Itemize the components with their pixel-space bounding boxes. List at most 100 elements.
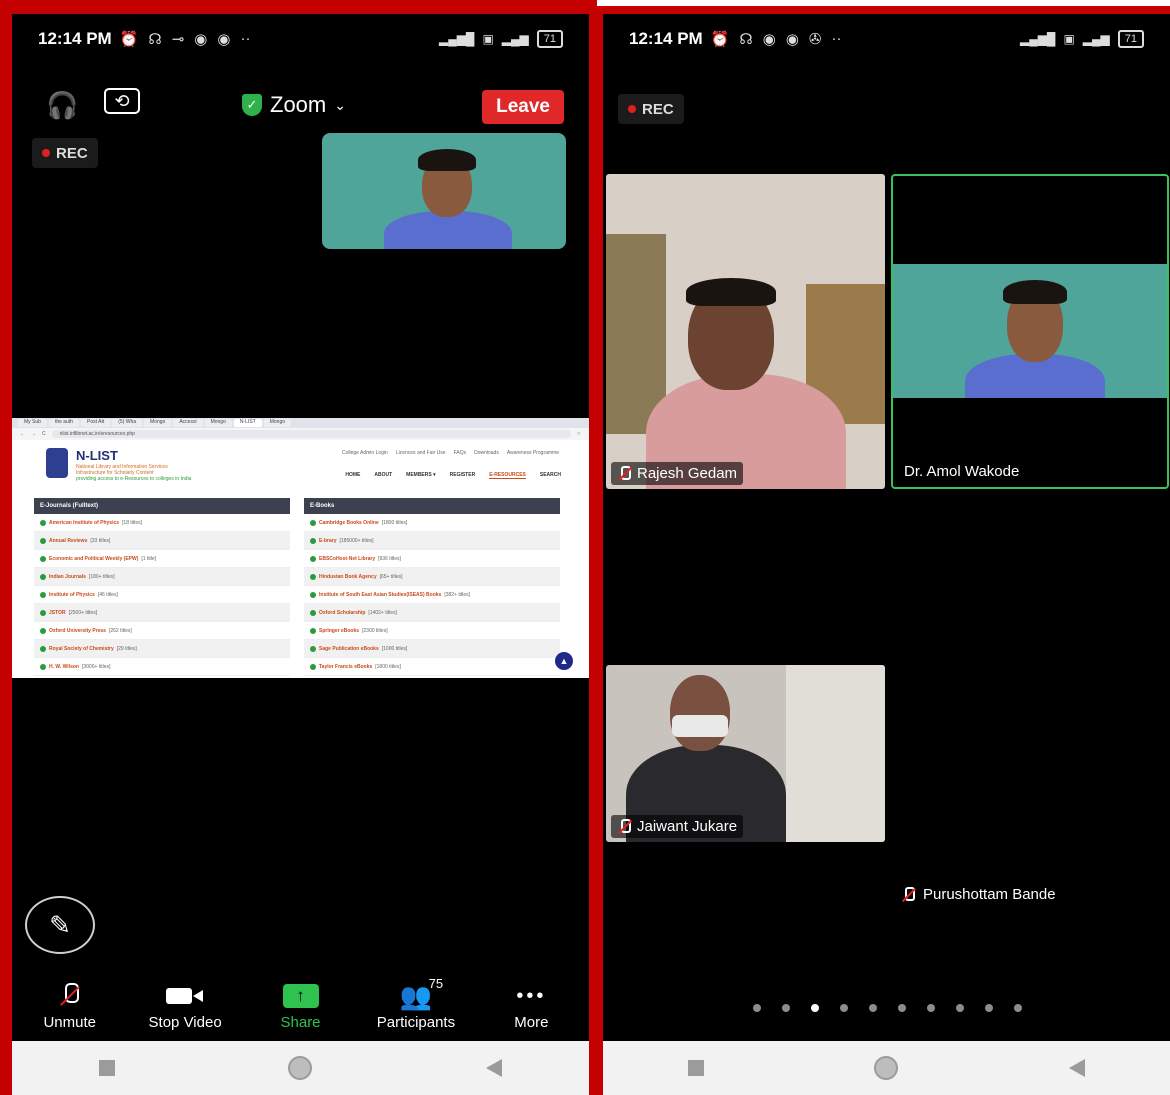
resource-row[interactable]: Springer eBooks [2300 titles] [304, 622, 560, 640]
resource-link[interactable]: Royal Society of Chemistry [49, 646, 114, 652]
page-dot[interactable] [869, 1004, 877, 1012]
resource-row[interactable]: Oxford University Press [262 titles] [34, 622, 290, 640]
reload-icon[interactable]: C [42, 431, 46, 437]
page-dot[interactable] [811, 1004, 819, 1012]
menu-home[interactable]: HOME [345, 472, 360, 479]
more-button[interactable]: ••• More [474, 982, 589, 1042]
resource-link[interactable]: Oxford University Press [49, 628, 106, 634]
browser-tab[interactable]: Mongo [263, 419, 292, 427]
page-dot[interactable] [898, 1004, 906, 1012]
resource-link[interactable]: Indian Journals [49, 574, 86, 580]
check-bullet-icon [310, 537, 316, 544]
menu-search[interactable]: SEARCH [540, 472, 561, 479]
browser-tab[interactable]: (5) Wha [112, 419, 143, 427]
site-link[interactable]: Licences and Fair Use [396, 450, 446, 456]
muted-mic-icon [60, 983, 80, 1009]
recents-icon[interactable] [688, 1060, 705, 1076]
page-dot[interactable] [840, 1004, 848, 1012]
resource-link[interactable]: American Institute of Physics [49, 520, 119, 526]
page-dot[interactable] [927, 1004, 935, 1012]
resource-link[interactable]: E-brary [319, 538, 337, 544]
menu-eresources[interactable]: E-RESOURCES [489, 472, 526, 479]
page-dot[interactable] [985, 1004, 993, 1012]
resource-row[interactable]: Oxford Scholarship [1402+ titles] [304, 604, 560, 622]
resource-link[interactable]: Oxford Scholarship [319, 610, 365, 616]
site-link[interactable]: FAQs [454, 450, 467, 456]
home-icon[interactable] [874, 1056, 899, 1080]
browser-tab[interactable]: N-LIST [233, 419, 262, 427]
headset-icon: ☊ [148, 31, 162, 48]
browser-tab[interactable]: Mongo [204, 419, 232, 427]
resource-link[interactable]: EBSCoHost-Net Library [319, 556, 375, 562]
participant-video-amol[interactable]: Dr. Amol Wakode [891, 174, 1169, 489]
participant-purushottam[interactable]: Purushottam Bande [901, 886, 1056, 903]
participant-video-jaiwant[interactable]: Jaiwant Jukare [606, 665, 885, 842]
star-icon[interactable]: ☆ [577, 431, 581, 437]
forward-arrow-icon[interactable]: → [31, 431, 36, 437]
meeting-title[interactable]: ✓ Zoom ⌄ [242, 92, 346, 118]
resource-row[interactable]: EBSCoHost-Net Library [936 titles] [304, 550, 560, 568]
back-arrow-icon[interactable]: ← [20, 431, 25, 437]
resource-row[interactable]: Taylor Francis eBooks [1800 titles] [304, 658, 560, 676]
resource-link[interactable]: H. W. Wilson [49, 664, 79, 670]
page-dot[interactable] [1014, 1004, 1022, 1012]
menu-about[interactable]: ABOUT [374, 472, 392, 479]
site-link[interactable]: Awareness Programme [507, 450, 559, 456]
browser-tab[interactable]: Post Att [81, 419, 111, 427]
resource-link[interactable]: Springer eBooks [319, 628, 359, 634]
resource-link[interactable]: Economic and Political Weekly (EPW) [49, 556, 138, 562]
resource-row[interactable]: Hindustan Book Agency [65+ titles] [304, 568, 560, 586]
resource-link[interactable]: Cambridge Books Online [319, 520, 379, 526]
menu-members[interactable]: MEMBERS ▾ [406, 472, 435, 479]
back-icon[interactable] [1068, 1059, 1085, 1077]
site-link[interactable]: College Admin Login [342, 450, 388, 456]
browser-tab[interactable]: Accessi [173, 419, 203, 427]
resource-link[interactable]: Sage Publication eBooks [319, 646, 379, 652]
video-person [1003, 280, 1067, 304]
self-video[interactable] [322, 133, 566, 249]
share-button[interactable]: ↑ Share [243, 982, 358, 1042]
resource-link[interactable]: Institute of Physics [49, 592, 95, 598]
resource-row[interactable]: H. W. Wilson [3000+ titles] [34, 658, 290, 676]
stop-video-button[interactable]: Stop Video [127, 982, 242, 1042]
page-dot[interactable] [782, 1004, 790, 1012]
resource-row[interactable]: E-brary [185000+ titles] [304, 532, 560, 550]
resource-row[interactable]: Sage Publication eBooks [1000 titles] [304, 640, 560, 658]
scroll-up-icon[interactable]: ▲ [555, 652, 573, 670]
resource-row[interactable]: Annual Reviews [33 titles] [34, 532, 290, 550]
resource-row[interactable]: Economic and Political Weekly (EPW) [1 ti… [34, 550, 290, 568]
resource-link[interactable]: Taylor Francis eBooks [319, 664, 372, 670]
menu-register[interactable]: REGISTER [450, 472, 476, 479]
resource-link[interactable]: JSTOR [49, 610, 66, 616]
switch-camera-icon[interactable]: ⟲ [104, 88, 140, 114]
video-person [418, 149, 476, 171]
resource-link[interactable]: Annual Reviews [49, 538, 87, 544]
site-link[interactable]: Downloads [474, 450, 499, 456]
home-icon[interactable] [288, 1056, 313, 1080]
recents-icon[interactable] [98, 1060, 115, 1076]
resource-row[interactable]: Cambridge Books Online [1800 titles] [304, 514, 560, 532]
resource-row[interactable]: American Institute of Physics [18 titles] [34, 514, 290, 532]
url-field[interactable]: nlist.inflibnet.ac.in/eresources.php [51, 430, 571, 438]
unmute-button[interactable]: Unmute [12, 982, 127, 1042]
page-dot[interactable] [753, 1004, 761, 1012]
participants-button[interactable]: 👥 75 Participants [358, 976, 473, 1042]
back-icon[interactable] [486, 1059, 503, 1077]
resource-row[interactable]: Indian Journals [180+ titles] [34, 568, 290, 586]
browser-tab[interactable]: the auth [48, 419, 80, 427]
page-dot[interactable] [956, 1004, 964, 1012]
resource-row[interactable]: Royal Society of Chemistry [29 titles] [34, 640, 290, 658]
resource-row[interactable]: Institute of South East Asian Studies(IS… [304, 586, 560, 604]
status-bar: 12:14 PM ⏰ ☊ ◉ ◉ ✇ ·· ▂▄▆█ ▣ ▂▄▆ 71 [603, 14, 1170, 64]
browser-tab[interactable]: My Sub [18, 419, 47, 427]
resource-count: [1402+ titles] [368, 609, 397, 616]
annotate-pencil-button[interactable]: ✎ [25, 896, 95, 954]
participant-video-rajesh[interactable]: Rajesh Gedam [606, 174, 885, 489]
browser-tab[interactable]: Mongo [144, 419, 172, 427]
audio-headset-icon[interactable]: 🎧 [46, 90, 78, 121]
resource-row[interactable]: JSTOR [2500+ titles] [34, 604, 290, 622]
resource-row[interactable]: Institute of Physics [46 titles] [34, 586, 290, 604]
leave-button[interactable]: Leave [482, 90, 564, 124]
resource-link[interactable]: Institute of South East Asian Studies(IS… [319, 592, 441, 598]
resource-link[interactable]: Hindustan Book Agency [319, 574, 377, 580]
